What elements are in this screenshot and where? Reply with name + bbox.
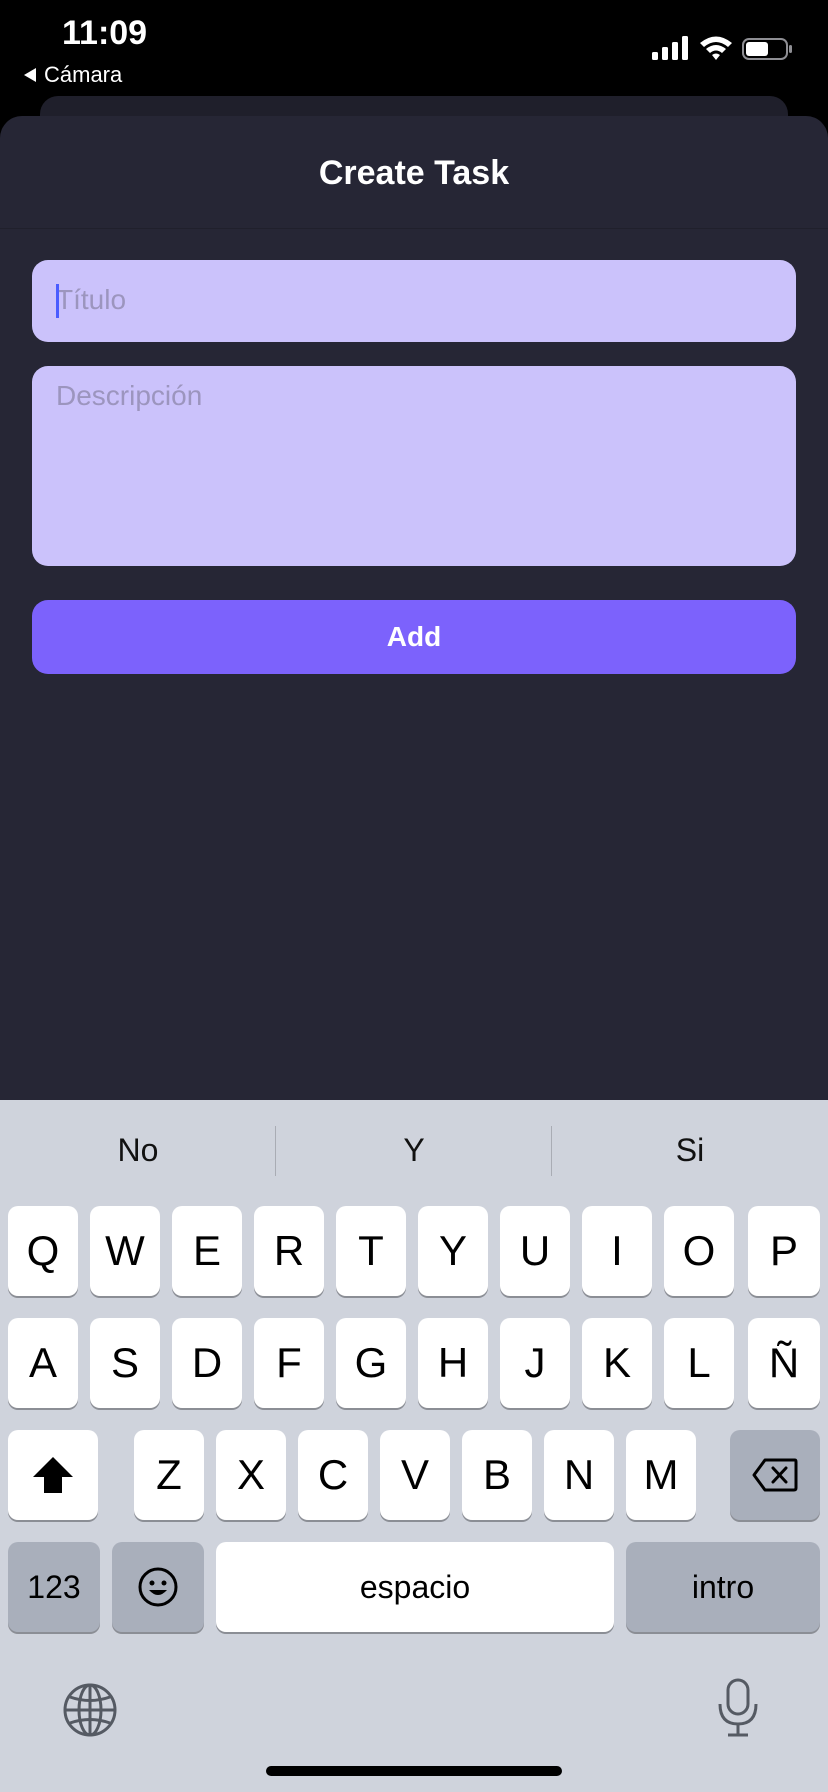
add-button[interactable]: Add xyxy=(32,600,796,674)
home-indicator[interactable] xyxy=(266,1766,562,1776)
key-f[interactable]: F xyxy=(254,1318,324,1408)
suggestion-item[interactable]: Y xyxy=(276,1100,552,1200)
key-m[interactable]: M xyxy=(626,1430,696,1520)
key-z[interactable]: Z xyxy=(134,1430,204,1520)
space-key[interactable]: espacio xyxy=(216,1542,614,1632)
emoji-icon xyxy=(138,1567,178,1607)
signal-icon xyxy=(652,36,688,60)
status-time: 11:09 xyxy=(62,14,148,52)
key-b[interactable]: B xyxy=(462,1430,532,1520)
key-r[interactable]: R xyxy=(254,1206,324,1296)
key-o[interactable]: O xyxy=(664,1206,734,1296)
key-h[interactable]: H xyxy=(418,1318,488,1408)
sheet-title: Create Task xyxy=(318,154,510,192)
description-input[interactable]: Descripción xyxy=(32,366,796,566)
key-v[interactable]: V xyxy=(380,1430,450,1520)
title-placeholder: Título xyxy=(56,284,127,315)
shift-key[interactable] xyxy=(8,1430,98,1520)
key-x[interactable]: X xyxy=(216,1430,286,1520)
sheet-header: Create Task xyxy=(0,116,828,229)
key-c[interactable]: C xyxy=(298,1430,368,1520)
key-t[interactable]: T xyxy=(336,1206,406,1296)
key-enye[interactable]: Ñ xyxy=(748,1318,820,1408)
emoji-key[interactable] xyxy=(112,1542,204,1632)
title-input[interactable]: Título xyxy=(32,260,796,342)
suggestion-bar: No Y Si xyxy=(0,1100,828,1200)
back-label: Cámara xyxy=(44,62,123,87)
keyboard: No Y Si Q W E R T Y U I O P A S D F G H … xyxy=(0,1100,828,1792)
description-placeholder: Descripción xyxy=(56,380,203,411)
suggestion-item[interactable]: Si xyxy=(552,1100,828,1200)
microphone-icon[interactable] xyxy=(714,1678,762,1738)
key-w[interactable]: W xyxy=(90,1206,160,1296)
text-caret xyxy=(56,284,59,318)
battery-icon xyxy=(742,38,792,60)
suggestion-item[interactable]: No xyxy=(0,1100,276,1200)
delete-icon xyxy=(752,1458,798,1492)
delete-key[interactable] xyxy=(730,1430,820,1520)
back-triangle-icon xyxy=(24,68,36,82)
back-to-camera-link[interactable]: Cámara xyxy=(24,62,122,88)
key-s[interactable]: S xyxy=(90,1318,160,1408)
key-d[interactable]: D xyxy=(172,1318,242,1408)
status-bar: 11:09 Cámara xyxy=(0,0,828,96)
key-u[interactable]: U xyxy=(500,1206,570,1296)
key-e[interactable]: E xyxy=(172,1206,242,1296)
key-y[interactable]: Y xyxy=(418,1206,488,1296)
globe-icon[interactable] xyxy=(62,1682,118,1738)
create-task-sheet: Create Task Título Descripción Add xyxy=(0,116,828,1216)
key-g[interactable]: G xyxy=(336,1318,406,1408)
wifi-icon xyxy=(700,36,732,60)
key-a[interactable]: A xyxy=(8,1318,78,1408)
key-q[interactable]: Q xyxy=(8,1206,78,1296)
key-l[interactable]: L xyxy=(664,1318,734,1408)
return-key[interactable]: intro xyxy=(626,1542,820,1632)
key-p[interactable]: P xyxy=(748,1206,820,1296)
key-j[interactable]: J xyxy=(500,1318,570,1408)
key-k[interactable]: K xyxy=(582,1318,652,1408)
key-i[interactable]: I xyxy=(582,1206,652,1296)
key-n[interactable]: N xyxy=(544,1430,614,1520)
shift-icon xyxy=(33,1457,73,1493)
numbers-key[interactable]: 123 xyxy=(8,1542,100,1632)
